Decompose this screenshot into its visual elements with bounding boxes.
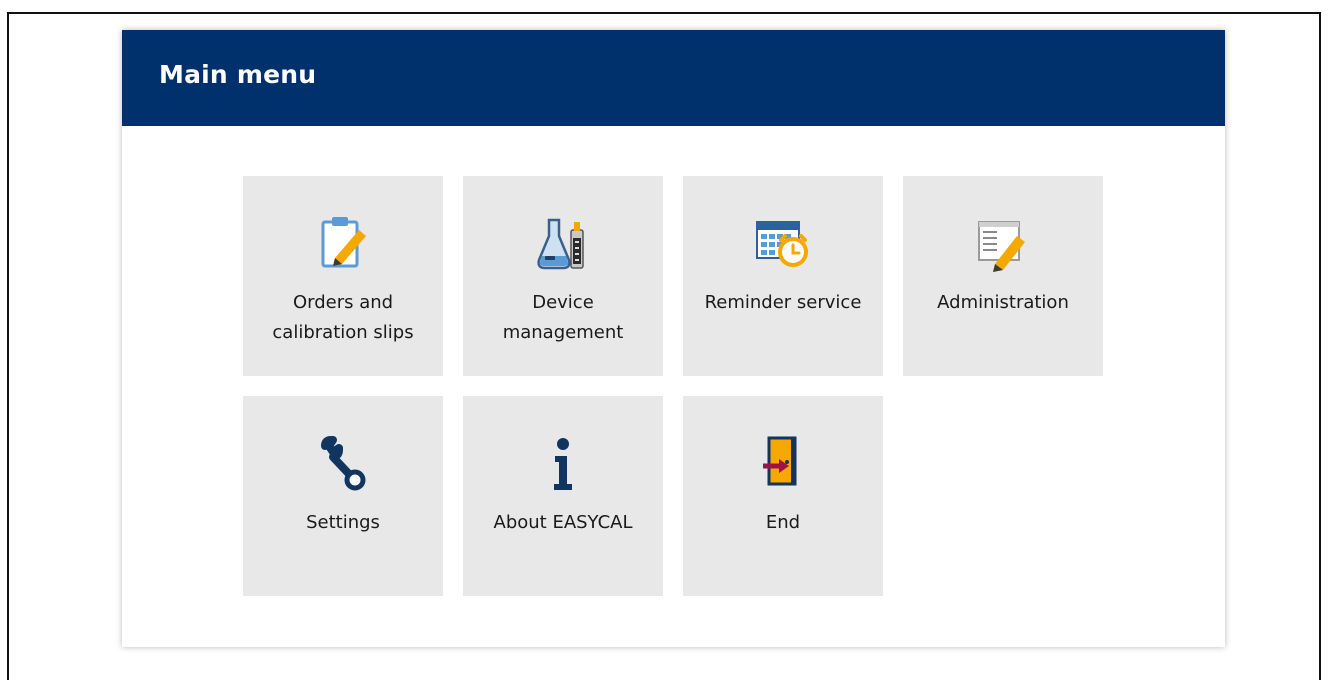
orders-and-calibration-slips-tile[interactable]: Orders and calibration slips: [243, 176, 443, 376]
tile-label: Settings: [306, 512, 380, 533]
dialog-header: Main menu: [122, 30, 1225, 126]
main-menu-dialog: Main menu Orders and calibration slips D…: [122, 30, 1225, 647]
end-tile[interactable]: End: [683, 396, 883, 596]
settings-tile[interactable]: Settings: [243, 396, 443, 596]
calendar-alarm-clock-icon: [755, 212, 811, 274]
tile-label: Device management: [502, 292, 624, 343]
wrench-icon: [315, 432, 371, 494]
tile-label: Administration: [937, 292, 1069, 313]
device-management-tile[interactable]: Device management: [463, 176, 663, 376]
list-pencil-icon: [975, 212, 1031, 274]
exit-door-icon: [755, 432, 811, 494]
tile-label: End: [765, 512, 801, 533]
tile-label: Orders and calibration slips: [272, 292, 414, 343]
tile-label: Reminder service: [704, 292, 862, 313]
reminder-service-tile[interactable]: Reminder service: [683, 176, 883, 376]
about-easycal-tile[interactable]: About EASYCAL: [463, 396, 663, 596]
flask-device-icon: [535, 212, 591, 274]
info-icon: [535, 432, 591, 494]
clipboard-pencil-icon: [315, 212, 371, 274]
dialog-title: Main menu: [159, 60, 317, 89]
administration-tile[interactable]: Administration: [903, 176, 1103, 376]
tile-label: About EASYCAL: [493, 512, 633, 533]
